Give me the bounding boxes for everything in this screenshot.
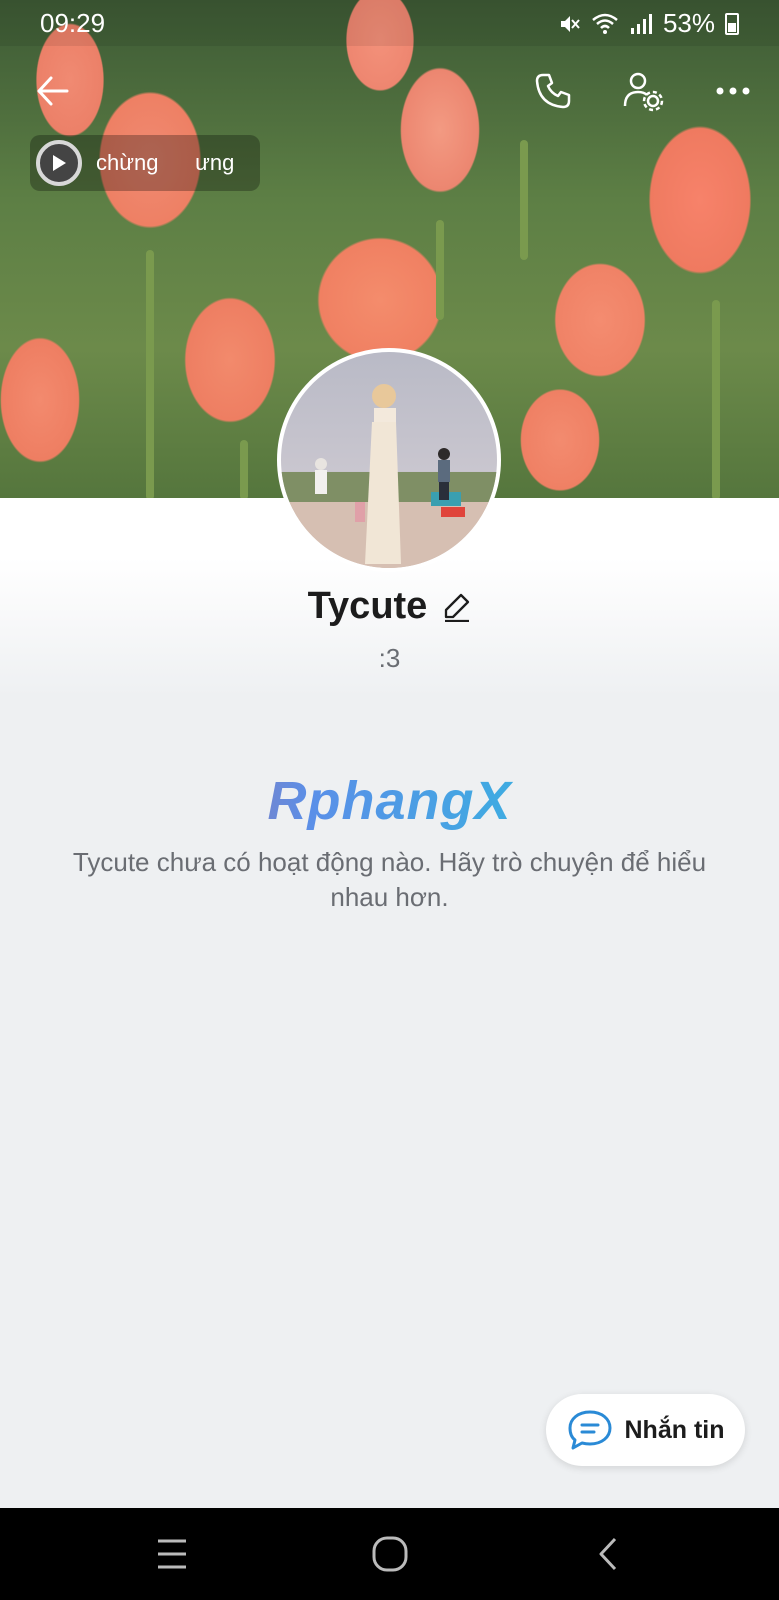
avatar-photo <box>281 384 497 568</box>
profile-name: Tycute <box>307 585 428 627</box>
play-button[interactable] <box>36 140 82 186</box>
send-message-label: Nhắn tin <box>624 1415 725 1444</box>
home-button[interactable] <box>360 1528 420 1580</box>
send-message-button[interactable]: Nhắn tin <box>546 1394 745 1466</box>
back-icon <box>599 1537 617 1571</box>
decorative-stem <box>436 220 444 320</box>
avatar[interactable] <box>277 348 501 572</box>
status-time: 09:29 <box>40 8 106 38</box>
status-bar: 09:29 53% <box>0 0 779 46</box>
mute-icon <box>560 15 580 32</box>
home-icon <box>372 1536 408 1572</box>
empty-activity-message: Tycute chưa có hoạt động nào. Hãy trò ch… <box>72 847 707 912</box>
wifi-icon <box>592 13 618 34</box>
profile-name-row: Tycute <box>0 585 779 628</box>
status-icons: 53% <box>557 8 739 39</box>
back-button[interactable] <box>28 66 78 116</box>
recent-apps-icon <box>158 1539 186 1569</box>
profile-music-player[interactable]: chừng ưng <box>30 135 260 191</box>
battery-icon <box>725 12 739 35</box>
music-title: chừng ưng <box>96 150 235 175</box>
more-button[interactable] <box>708 66 758 116</box>
profile-settings-button[interactable] <box>618 66 668 116</box>
decorative-stem <box>520 140 528 260</box>
recent-apps-button[interactable] <box>142 1528 202 1580</box>
edit-pencil-icon[interactable] <box>443 592 471 622</box>
profile-status: :3 <box>378 643 401 673</box>
user-settings-icon <box>623 72 664 112</box>
battery-percent: 53% <box>662 8 715 38</box>
play-icon <box>53 155 66 171</box>
signal-icon <box>630 13 652 34</box>
decorative-stem <box>240 440 248 498</box>
system-nav-bar <box>0 1508 779 1600</box>
back-arrow-icon <box>37 76 69 106</box>
chat-bubble-icon <box>568 1410 611 1450</box>
phone-icon <box>535 73 571 109</box>
decorative-stem <box>712 300 720 498</box>
decorative-stem <box>146 250 154 498</box>
watermark-logo: RphangX <box>0 770 779 832</box>
call-button[interactable] <box>528 66 578 116</box>
more-icon <box>716 87 750 95</box>
nav-back-button[interactable] <box>578 1528 638 1580</box>
